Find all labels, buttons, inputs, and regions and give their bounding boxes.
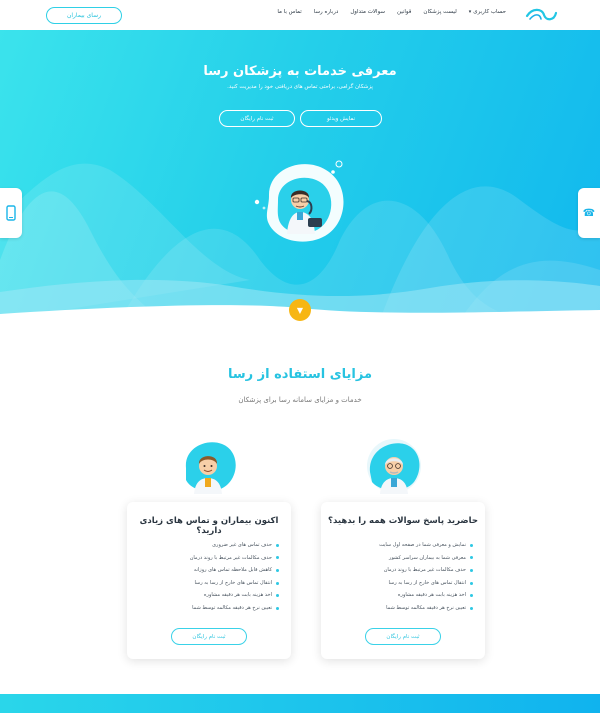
rasa-logo[interactable] <box>524 6 558 24</box>
card-title: اکنون بیماران و تماس های زیادی دارید؟ <box>139 516 279 536</box>
mobile-phone-icon <box>6 205 16 221</box>
list-item-text: اخذ هزینه بابت هر دقیقه مشاوره <box>203 592 272 599</box>
list-item: تعیین نرخ هر دقیقه مکالمه توسط شما <box>190 602 279 615</box>
list-item-text: حذف مکالمات غیر مرتبط با روند درمان <box>189 554 272 561</box>
list-item: نمایش و معرفی شما در صفحه اول سایت <box>379 539 473 552</box>
benefit-card-answering: حاضرید پاسخ سوالات همه را بدهید؟ نمایش و… <box>321 502 485 659</box>
telephone-icon: ☎ <box>582 207 596 219</box>
list-item: تعیین نرخ هر دقیقه مکالمه توسط شما <box>379 602 473 615</box>
list-item: کاهش قابل ملاحظه تماس های روزانه <box>190 564 279 577</box>
nav-contact[interactable]: تماس با ما <box>277 9 301 15</box>
nav-doctors-list[interactable]: لیست پزشکان <box>423 9 456 15</box>
nav-rules[interactable]: قوانین <box>397 9 411 15</box>
list-item: حذف مکالمات غیر مرتبط با روند درمان <box>379 564 473 577</box>
hero-title: معرفی خدمات به پزشکان رسا <box>203 64 397 79</box>
phone-contact-tab[interactable]: ☎ <box>578 188 600 238</box>
doctor-on-phone-illustration <box>254 160 344 242</box>
show-video-button[interactable]: نمایش ویدئو <box>300 110 382 127</box>
benefit-list: نمایش و معرفی شما در صفحه اول سایت معرفی… <box>379 539 473 615</box>
list-item-text: نمایش و معرفی شما در صفحه اول سایت <box>379 542 466 548</box>
list-item-text: تعیین نرخ هر دقیقه مکالمه توسط شما <box>386 604 466 611</box>
list-item: اخذ هزینه بابت هر دقیقه مشاوره <box>379 589 473 602</box>
list-item: انتقال تماس های خارج از رسا به رسا <box>190 577 279 590</box>
list-item-text: کاهش قابل ملاحظه تماس های روزانه <box>193 567 272 574</box>
bullet-icon <box>276 594 279 598</box>
list-item: حذف مکالمات غیر مرتبط با روند درمان <box>190 552 279 565</box>
list-item-text: حذف تماس های غیر ضروری <box>212 542 272 548</box>
hero-signup-button[interactable]: ثبت نام رایگان <box>219 110 295 127</box>
nav-menu: حساب کاربری ▾ لیست پزشکان قوانین سوالات … <box>277 9 506 15</box>
benefits-title: مزایای استفاده از رسا <box>227 367 373 382</box>
navbar: حساب کاربری ▾ لیست پزشکان قوانین سوالات … <box>0 0 600 30</box>
bullet-icon <box>276 568 279 572</box>
card-signup-button[interactable]: ثبت نام رایگان <box>365 628 441 645</box>
benefit-card-busy: اکنون بیماران و تماس های زیادی دارید؟ حذ… <box>127 502 291 659</box>
list-item-text: حذف مکالمات غیر مرتبط با روند درمان <box>383 567 466 574</box>
caret-down-icon: ▾ <box>468 9 472 15</box>
list-item: معرفی شما به بیماران سراسر کشور <box>379 552 473 565</box>
list-item-text: اخذ هزینه بابت هر دقیقه مشاوره <box>397 592 466 599</box>
list-item: اخذ هزینه بابت هر دقیقه مشاوره <box>190 589 279 602</box>
list-item: حذف تماس های غیر ضروری <box>190 539 279 552</box>
patients-rasa-button[interactable]: رسای بیماران <box>46 7 122 24</box>
bullet-icon <box>470 543 473 547</box>
nav-account[interactable]: حساب کاربری ▾ <box>469 9 506 15</box>
benefit-list: حذف تماس های غیر ضروری حذف مکالمات غیر م… <box>190 539 279 615</box>
bullet-icon <box>470 581 473 585</box>
benefits-subtitle: خدمات و مزایای سامانه رسا برای پزشکان <box>238 396 362 404</box>
bullet-icon <box>276 543 279 547</box>
bullet-icon <box>470 606 473 610</box>
list-item-text: تعیین نرخ هر دقیقه مکالمه توسط شما <box>192 604 272 611</box>
senior-doctor-avatar <box>367 439 421 494</box>
mobile-app-tab[interactable] <box>0 188 22 238</box>
bullet-icon <box>470 594 473 598</box>
card-title: حاضرید پاسخ سوالات همه را بدهید؟ <box>328 516 478 526</box>
list-item-text: معرفی شما به بیماران سراسر کشور <box>389 554 466 561</box>
bullet-icon <box>276 581 279 585</box>
chevron-down-icon: ▼ <box>296 305 304 315</box>
card-signup-button[interactable]: ثبت نام رایگان <box>171 628 247 645</box>
hero-section: معرفی خدمات به پزشکان رسا پزشکان گرامی، … <box>0 30 600 320</box>
nav-account-label: حساب کاربری <box>473 9 506 15</box>
list-item: انتقال تماس های خارج از رسا به رسا <box>379 577 473 590</box>
bullet-icon <box>470 568 473 572</box>
scroll-down-button[interactable]: ▼ <box>289 299 311 321</box>
hero-subtitle: پزشکان گرامی، براحتی تماس های دریافتی خو… <box>227 84 373 90</box>
bullet-icon <box>276 556 279 560</box>
list-item-text: انتقال تماس های خارج از رسا به رسا <box>194 579 272 586</box>
bullet-icon <box>470 556 473 560</box>
bullet-icon <box>276 606 279 610</box>
list-item-text: انتقال تماس های خارج از رسا به رسا <box>388 579 466 586</box>
young-doctor-avatar <box>185 442 236 494</box>
nav-faq[interactable]: سوالات متداول <box>350 9 385 15</box>
nav-about[interactable]: درباره رسا <box>314 9 339 15</box>
footer-band <box>0 694 600 713</box>
